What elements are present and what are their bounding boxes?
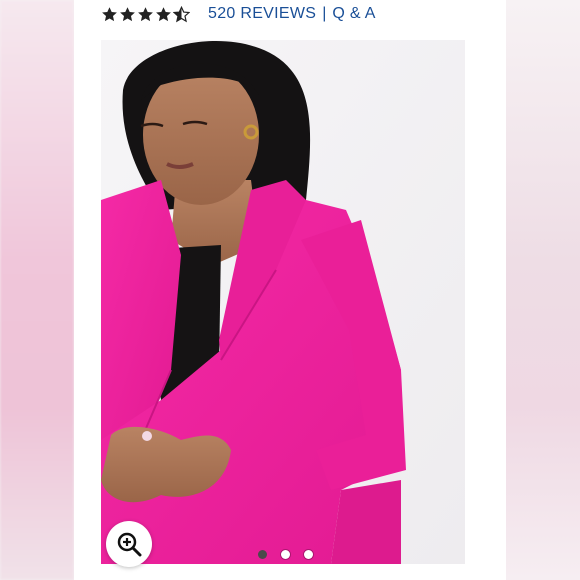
- model-photo: [101, 40, 465, 564]
- rating-row: 520 REVIEWS | Q & A: [101, 2, 376, 26]
- gallery-dot-2[interactable]: [281, 550, 290, 559]
- zoom-in-icon: [117, 532, 142, 557]
- star-rating[interactable]: [101, 5, 190, 23]
- star-icon: [120, 6, 135, 21]
- product-image[interactable]: [101, 40, 465, 564]
- gallery-pagination: [258, 550, 313, 559]
- zoom-button[interactable]: [106, 521, 152, 567]
- gallery-dot-1[interactable]: [258, 550, 267, 559]
- half-star-icon: [173, 5, 190, 22]
- star-icon: [102, 6, 117, 21]
- backdrop-left: [0, 0, 74, 580]
- qa-link[interactable]: Q & A: [332, 4, 375, 24]
- star-icon: [156, 6, 171, 21]
- backdrop-right: [506, 0, 580, 580]
- link-separator: |: [322, 5, 327, 22]
- reviews-link[interactable]: 520 REVIEWS: [208, 4, 316, 24]
- star-icon: [138, 6, 153, 21]
- gallery-dot-3[interactable]: [304, 550, 313, 559]
